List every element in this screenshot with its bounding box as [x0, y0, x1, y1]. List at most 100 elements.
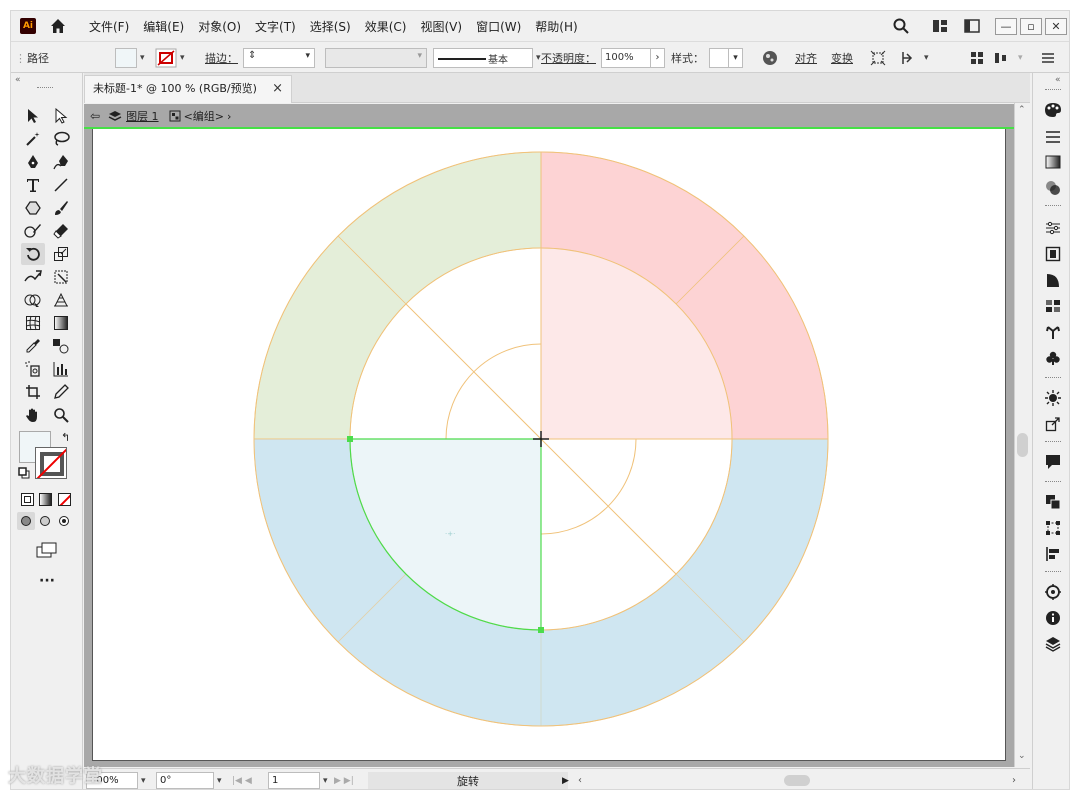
menu-select[interactable]: 选择(S): [310, 18, 351, 35]
graphic-styles-panel-icon[interactable]: [1043, 297, 1063, 315]
isolate-group-icon[interactable]: [869, 42, 887, 74]
arrange-documents-icon[interactable]: [964, 19, 980, 33]
fill-swatch[interactable]: ▾: [115, 42, 145, 74]
scale-tool[interactable]: [49, 243, 73, 265]
appearance-panel-icon[interactable]: [1043, 271, 1063, 289]
menu-object[interactable]: 对象(O): [198, 18, 241, 35]
direct-selection-tool[interactable]: [49, 105, 73, 127]
menu-help[interactable]: 帮助(H): [535, 18, 577, 35]
layer-name[interactable]: 图层 1: [126, 108, 159, 124]
properties-panel-icon[interactable]: [1043, 219, 1063, 237]
menu-effect[interactable]: 效果(C): [365, 18, 407, 35]
draw-normal-icon[interactable]: [17, 512, 35, 530]
warp-tool[interactable]: [21, 266, 45, 288]
draw-behind-icon[interactable]: [36, 512, 54, 530]
distribute-icon[interactable]: ▾: [993, 42, 1023, 74]
canvas-area[interactable]: ·+·: [84, 129, 1022, 767]
menu-file[interactable]: 文件(F): [89, 18, 129, 35]
slice-tool[interactable]: [49, 381, 73, 403]
eyedropper-tool[interactable]: [21, 335, 45, 357]
next-artboard-icon[interactable]: ▶ ▶|: [334, 772, 354, 789]
libraries-panel-icon[interactable]: [1043, 583, 1063, 601]
search-icon[interactable]: [892, 17, 910, 35]
symbols-panel-icon[interactable]: [1043, 323, 1063, 341]
line-segment-tool[interactable]: [49, 174, 73, 196]
menu-edit[interactable]: 编辑(E): [143, 18, 184, 35]
opacity-label[interactable]: 不透明度：: [541, 42, 596, 74]
curvature-tool[interactable]: [49, 151, 73, 173]
align-link[interactable]: 对齐: [795, 42, 817, 74]
blend-tool[interactable]: [49, 335, 73, 357]
selection-tool[interactable]: [21, 105, 45, 127]
stroke-panel-icon[interactable]: [1043, 128, 1063, 146]
shape-builder-tool[interactable]: [21, 289, 45, 311]
restore-button[interactable]: ▫: [1020, 17, 1042, 35]
artboard-number-field[interactable]: 1 ▾: [268, 772, 328, 789]
scroll-up-icon[interactable]: ⌃: [1018, 105, 1026, 115]
draw-inside-icon[interactable]: [55, 512, 73, 530]
panel-menu-icon[interactable]: [1041, 42, 1055, 74]
polygon-tool[interactable]: [21, 197, 45, 219]
align-dock-icon[interactable]: [1043, 545, 1063, 563]
menu-window[interactable]: 窗口(W): [476, 18, 521, 35]
group-name[interactable]: <编组>: [184, 108, 224, 124]
stroke-color-swatch[interactable]: [35, 447, 67, 479]
variable-width-profile[interactable]: ▾: [325, 42, 427, 74]
pen-tool[interactable]: [21, 151, 45, 173]
artboard[interactable]: ·+·: [92, 129, 1006, 761]
artboard-number[interactable]: 1: [268, 772, 320, 789]
transform-link[interactable]: 变换: [831, 42, 853, 74]
image-trace-panel-icon[interactable]: [1043, 389, 1063, 407]
clubs-symbol-icon[interactable]: [1043, 349, 1063, 367]
anchor-point-left[interactable]: [347, 436, 353, 442]
paintbrush-tool[interactable]: [49, 197, 73, 219]
edit-toolbar-icon[interactable]: ···: [39, 573, 55, 589]
workspace-switcher-icon[interactable]: [932, 19, 948, 33]
donut-artwork[interactable]: ·+·: [93, 129, 1007, 761]
magic-wand-tool[interactable]: [21, 128, 45, 150]
artboard-tool[interactable]: [21, 381, 45, 403]
lasso-tool[interactable]: [49, 128, 73, 150]
close-button[interactable]: ✕: [1045, 17, 1067, 35]
gradient-tool[interactable]: [49, 312, 73, 334]
type-tool[interactable]: [21, 174, 45, 196]
close-tab-icon[interactable]: ×: [272, 76, 283, 102]
screen-mode-icon[interactable]: [35, 539, 59, 561]
transparency-panel-icon[interactable]: [1043, 179, 1063, 197]
brush-definition-dropdown[interactable]: 基本 ▾: [433, 42, 541, 74]
graphic-style-swatch[interactable]: ▾: [709, 42, 743, 74]
menu-type[interactable]: 文字(T): [255, 18, 296, 35]
transform-panel-icon[interactable]: [1043, 519, 1063, 537]
free-transform-tool[interactable]: [49, 266, 73, 288]
stroke-label[interactable]: 描边：: [205, 42, 238, 74]
symbol-sprayer-tool[interactable]: [21, 358, 45, 380]
color-mode-gradient-icon[interactable]: [39, 493, 52, 506]
vertical-scroll-thumb[interactable]: [1017, 433, 1028, 457]
default-fill-stroke-icon[interactable]: [18, 467, 30, 479]
opacity-value[interactable]: 100%: [601, 48, 651, 68]
select-similar-icon[interactable]: ▾: [899, 42, 929, 74]
scroll-left-icon[interactable]: ‹: [578, 772, 582, 789]
first-artboard-icon[interactable]: |◀ ◀: [232, 772, 252, 789]
expand-panels-icon[interactable]: «: [1055, 75, 1061, 85]
pathfinder-panel-icon[interactable]: [1043, 493, 1063, 511]
recolor-artwork-icon[interactable]: [761, 42, 779, 74]
color-mode-color-icon[interactable]: [21, 493, 34, 506]
comments-panel-icon[interactable]: [1043, 453, 1063, 471]
rotation-field[interactable]: 0° ▾: [156, 772, 222, 789]
swap-fill-stroke-icon[interactable]: ↰: [61, 431, 70, 444]
horizontal-scroll-thumb[interactable]: [784, 775, 810, 786]
scroll-right-icon[interactable]: ›: [1012, 772, 1016, 789]
rotation-value[interactable]: 0°: [156, 772, 214, 789]
minimize-button[interactable]: —: [995, 17, 1017, 35]
artboards-panel-icon[interactable]: [1043, 245, 1063, 263]
column-graph-tool[interactable]: [49, 358, 73, 380]
anchor-point-bottom[interactable]: [538, 627, 544, 633]
layers-panel-icon[interactable]: [1043, 635, 1063, 653]
status-menu-arrow-icon[interactable]: ▶: [562, 772, 569, 789]
info-panel-icon[interactable]: [1043, 609, 1063, 627]
align-panel-icon[interactable]: [969, 42, 985, 74]
mesh-tool[interactable]: [21, 312, 45, 334]
home-icon[interactable]: [49, 17, 67, 35]
back-arrow-icon[interactable]: ⇦: [90, 109, 100, 123]
